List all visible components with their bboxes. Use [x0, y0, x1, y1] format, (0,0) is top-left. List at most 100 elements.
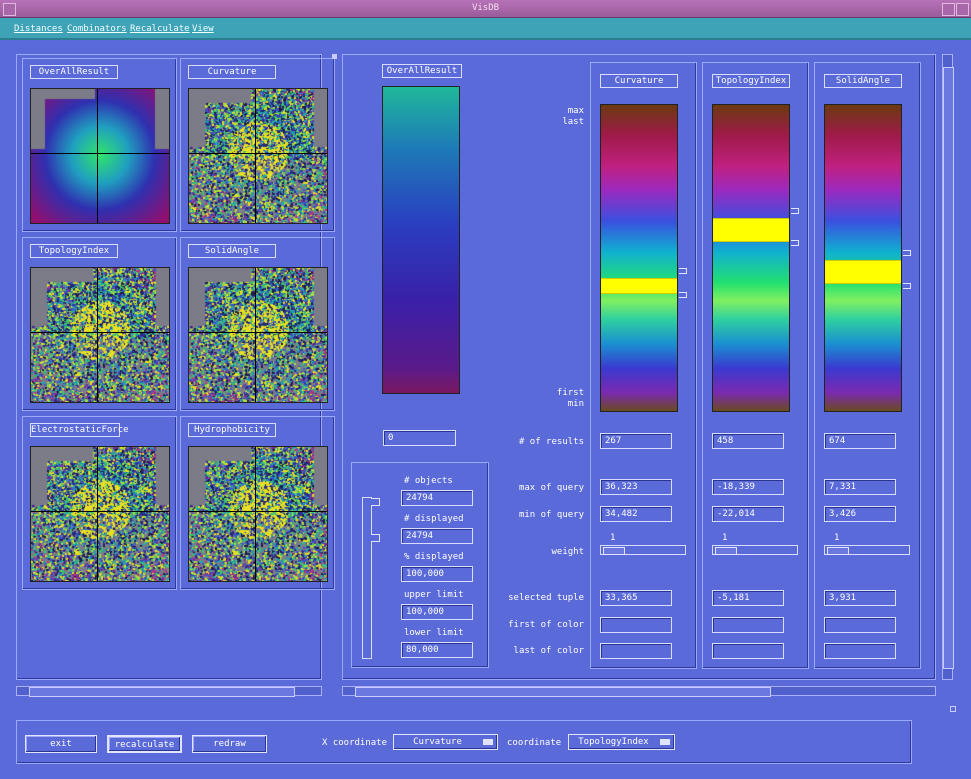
min-query-row-label: min of query — [518, 510, 584, 520]
max-query-field[interactable]: 7,331 — [824, 479, 896, 495]
lower-limit-label: lower limit — [404, 628, 464, 638]
right-scroll-thumb[interactable] — [943, 67, 954, 669]
maximize-icon[interactable] — [956, 3, 969, 16]
thumbnail-label: TopologyIndex — [30, 244, 118, 258]
thumbnail-image[interactable] — [30, 267, 170, 403]
x-coordinate-label: X coordinate : — [322, 738, 398, 748]
results-field[interactable]: 267 — [600, 433, 672, 449]
attribute-color-scale[interactable] — [712, 104, 790, 412]
crosshair-horizontal — [189, 153, 327, 154]
crosshair-horizontal — [31, 511, 169, 512]
right-hscroll-thumb[interactable] — [355, 687, 771, 697]
crosshair-horizontal — [189, 332, 327, 333]
thumbnail-image[interactable] — [188, 446, 328, 582]
redraw-button[interactable]: redraw — [192, 735, 267, 753]
scale-first-label: first — [556, 388, 584, 398]
first-color-field[interactable] — [824, 617, 896, 633]
min-query-field[interactable]: 34,482 — [600, 506, 672, 522]
crosshair-horizontal — [31, 153, 169, 154]
objects-label: # objects — [404, 476, 453, 486]
attribute-name-label: TopologyIndex — [712, 74, 790, 88]
range-slider[interactable] — [362, 497, 380, 659]
lower-limit-field[interactable]: 80,000 — [401, 642, 473, 658]
weight-value: 1 — [722, 533, 728, 543]
attribute-color-scale[interactable] — [600, 104, 678, 412]
selection-band — [825, 259, 901, 285]
x-coordinate-dropdown-icon[interactable] — [483, 739, 493, 745]
overall-value-field[interactable]: 0 — [383, 430, 456, 446]
thumbnail-canvas — [31, 268, 169, 402]
y-coordinate-dropdown-icon[interactable] — [660, 739, 670, 745]
menu-bar: Distances Combinators Recalculate View — [0, 18, 971, 40]
results-field[interactable]: 458 — [712, 433, 784, 449]
crosshair-horizontal — [31, 332, 169, 333]
crosshair-vertical — [255, 447, 256, 581]
upper-range-handle[interactable] — [679, 268, 687, 275]
pct-displayed-label: % displayed — [404, 552, 464, 562]
thumbnail-image[interactable] — [188, 267, 328, 403]
crosshair-vertical — [255, 268, 256, 402]
thumbnail-image[interactable] — [30, 88, 170, 224]
weight-value: 1 — [610, 533, 616, 543]
min-query-field[interactable]: -22,014 — [712, 506, 784, 522]
upper-range-handle[interactable] — [791, 207, 799, 214]
crosshair-vertical — [97, 447, 98, 581]
first-color-field[interactable] — [712, 617, 784, 633]
weight-slider-knob[interactable] — [715, 547, 737, 555]
overall-color-scale — [382, 86, 460, 394]
displayed-label: # displayed — [404, 514, 464, 524]
first-color-field[interactable] — [600, 617, 672, 633]
lower-range-handle[interactable] — [903, 282, 911, 289]
selection-band — [601, 277, 677, 294]
last-color-field[interactable] — [824, 643, 896, 659]
menu-recalculate[interactable]: Recalculate — [130, 24, 190, 34]
menu-combinators[interactable]: Combinators — [67, 24, 127, 34]
resize-handle[interactable] — [950, 706, 956, 712]
displayed-field[interactable]: 24794 — [401, 528, 473, 544]
left-horizontal-scrollbar[interactable] — [16, 686, 322, 697]
upper-limit-field[interactable]: 100,000 — [401, 604, 473, 620]
exit-button[interactable]: exit — [25, 735, 97, 753]
thumbnail-label: Curvature — [188, 65, 276, 79]
selected-tuple-field[interactable]: -5,181 — [712, 590, 784, 606]
menu-view[interactable]: View — [192, 24, 214, 34]
thumbnail-image[interactable] — [188, 88, 328, 224]
weight-slider[interactable] — [824, 545, 910, 555]
range-upper-handle[interactable] — [371, 498, 380, 506]
left-scroll-thumb[interactable] — [29, 687, 295, 697]
weight-slider-knob[interactable] — [603, 547, 625, 555]
menu-distances[interactable]: Distances — [14, 24, 63, 34]
title-bar[interactable]: VisDB — [0, 0, 971, 18]
y-coordinate-select[interactable]: TopologyIndex — [568, 734, 675, 750]
weight-slider-knob[interactable] — [827, 547, 849, 555]
min-query-field[interactable]: 3,426 — [824, 506, 896, 522]
sash-handle[interactable] — [332, 54, 337, 59]
recalculate-button[interactable]: recalculate — [107, 735, 182, 753]
last-color-row-label: last of color — [513, 646, 584, 656]
last-color-field[interactable] — [712, 643, 784, 659]
upper-range-handle[interactable] — [903, 249, 911, 256]
attribute-color-scale[interactable] — [824, 104, 902, 412]
pct-displayed-field[interactable]: 100,000 — [401, 566, 473, 582]
thumbnail-canvas — [189, 447, 327, 581]
weight-slider[interactable] — [712, 545, 798, 555]
right-vertical-scrollbar[interactable] — [942, 54, 954, 680]
thumbnail-canvas — [31, 89, 169, 223]
max-query-field[interactable]: 36,323 — [600, 479, 672, 495]
thumbnail-label: ElectrostaticForce — [30, 423, 129, 437]
thumbnail-image[interactable] — [30, 446, 170, 582]
lower-range-handle[interactable] — [791, 239, 799, 246]
minimize-icon[interactable] — [942, 3, 955, 16]
weight-slider[interactable] — [600, 545, 686, 555]
thumbnail-canvas — [189, 89, 327, 223]
results-field[interactable]: 674 — [824, 433, 896, 449]
objects-field[interactable]: 24794 — [401, 490, 473, 506]
max-query-field[interactable]: -18,339 — [712, 479, 784, 495]
selected-tuple-field[interactable]: 33,365 — [600, 590, 672, 606]
lower-range-handle[interactable] — [679, 291, 687, 298]
x-coordinate-select[interactable]: Curvature — [393, 734, 498, 750]
range-lower-handle[interactable] — [371, 534, 380, 542]
last-color-field[interactable] — [600, 643, 672, 659]
selected-tuple-field[interactable]: 3,931 — [824, 590, 896, 606]
right-horizontal-scrollbar[interactable] — [342, 686, 936, 697]
